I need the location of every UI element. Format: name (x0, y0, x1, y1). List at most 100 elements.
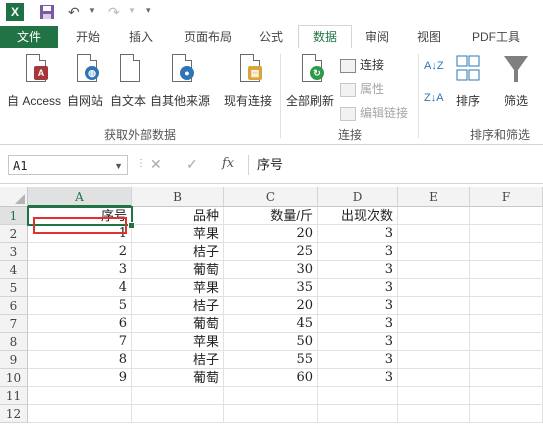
cell[interactable]: 35 (224, 279, 318, 297)
cell[interactable] (470, 279, 543, 297)
row-header[interactable]: 6 (0, 297, 28, 315)
cell[interactable]: 50 (224, 333, 318, 351)
edit-links-button[interactable]: 编辑链接 (340, 104, 408, 121)
cell[interactable] (398, 333, 470, 351)
cell[interactable]: 葡萄 (132, 369, 224, 387)
row-header[interactable]: 7 (0, 315, 28, 333)
cell[interactable]: 55 (224, 351, 318, 369)
tab-file[interactable]: 文件 (0, 26, 58, 48)
cell[interactable]: 3 (318, 297, 398, 315)
column-header[interactable]: A (28, 187, 132, 207)
chevron-down-icon[interactable]: ▼ (114, 156, 123, 176)
undo-dropdown-icon[interactable]: ▼ (88, 6, 96, 15)
cell[interactable] (470, 315, 543, 333)
column-header[interactable]: C (224, 187, 318, 207)
cell[interactable]: 品种 (132, 207, 224, 225)
cell[interactable]: 7 (28, 333, 132, 351)
cell[interactable]: 45 (224, 315, 318, 333)
row-header[interactable]: 3 (0, 243, 28, 261)
column-header[interactable]: E (398, 187, 470, 207)
filter-button[interactable]: 筛选 (496, 52, 536, 109)
cell[interactable] (398, 387, 470, 405)
cell[interactable]: 30 (224, 261, 318, 279)
row-header[interactable]: 12 (0, 405, 28, 423)
cell[interactable]: 8 (28, 351, 132, 369)
refresh-all-button[interactable]: ↻ 全部刷新 (284, 52, 336, 109)
from-web-button[interactable]: ◍ 自网站 (64, 52, 106, 109)
cell[interactable] (398, 369, 470, 387)
cell[interactable] (224, 387, 318, 405)
row-header[interactable]: 4 (0, 261, 28, 279)
cell[interactable]: 60 (224, 369, 318, 387)
cell[interactable]: 20 (224, 297, 318, 315)
cell[interactable]: 3 (318, 225, 398, 243)
tab-insert[interactable]: 插入 (116, 26, 166, 48)
tab-formulas[interactable]: 公式 (248, 26, 294, 48)
column-header[interactable]: B (132, 187, 224, 207)
properties-button[interactable]: 属性 (340, 80, 384, 97)
cell[interactable]: 20 (224, 225, 318, 243)
connections-button[interactable]: 连接 (340, 56, 384, 73)
redo-icon[interactable]: ↷ (108, 3, 126, 21)
tab-data[interactable]: 数据 (298, 25, 352, 49)
cell[interactable]: 3 (318, 315, 398, 333)
column-header[interactable]: D (318, 187, 398, 207)
row-header[interactable]: 2 (0, 225, 28, 243)
undo-icon[interactable]: ↶ (68, 3, 86, 21)
cell[interactable] (398, 297, 470, 315)
cell[interactable] (470, 405, 543, 423)
cell[interactable] (470, 261, 543, 279)
cell[interactable] (470, 351, 543, 369)
fill-handle[interactable] (128, 222, 135, 229)
column-header[interactable]: F (470, 187, 543, 207)
cell[interactable] (470, 207, 543, 225)
cell[interactable]: 葡萄 (132, 315, 224, 333)
cell[interactable]: 2 (28, 243, 132, 261)
from-text-button[interactable]: 自文本 (108, 52, 148, 109)
cell[interactable] (28, 405, 132, 423)
cell[interactable] (470, 243, 543, 261)
existing-connections-button[interactable]: ▤ 现有连接 (222, 52, 274, 109)
redo-dropdown-icon[interactable]: ▼ (128, 6, 136, 15)
cell[interactable] (398, 315, 470, 333)
cell[interactable] (470, 297, 543, 315)
cell[interactable]: 葡萄 (132, 261, 224, 279)
cell[interactable]: 3 (318, 279, 398, 297)
cancel-icon[interactable]: ✕ (150, 156, 162, 173)
insert-function-icon[interactable]: fx (222, 156, 234, 171)
cell[interactable]: 苹果 (132, 279, 224, 297)
customize-qat-icon[interactable]: ▾ (146, 5, 151, 16)
cell[interactable] (398, 243, 470, 261)
cell[interactable] (470, 333, 543, 351)
row-header[interactable]: 5 (0, 279, 28, 297)
tab-home[interactable]: 开始 (62, 26, 114, 48)
row-header[interactable]: 9 (0, 351, 28, 369)
cell[interactable] (318, 387, 398, 405)
cell[interactable] (470, 225, 543, 243)
cell[interactable] (132, 405, 224, 423)
cell[interactable]: 9 (28, 369, 132, 387)
name-box[interactable]: A1 ▼ (8, 155, 128, 175)
cell[interactable] (28, 387, 132, 405)
cell[interactable]: 3 (318, 351, 398, 369)
cell[interactable]: 3 (318, 369, 398, 387)
cell[interactable]: 出现次数 (318, 207, 398, 225)
row-header[interactable]: 8 (0, 333, 28, 351)
row-header[interactable]: 1 (0, 207, 28, 225)
from-access-button[interactable]: A 自 Access (4, 52, 64, 109)
excel-logo-icon[interactable]: X (6, 3, 24, 21)
sort-ascending-icon[interactable]: A↓Z (424, 60, 444, 72)
cell[interactable] (398, 405, 470, 423)
from-other-sources-button[interactable]: ● 自其他来源 (150, 52, 210, 109)
cell[interactable]: 6 (28, 315, 132, 333)
formula-input[interactable]: 序号 (248, 155, 543, 175)
cell[interactable]: 4 (28, 279, 132, 297)
tab-view[interactable]: 视图 (404, 26, 454, 48)
cell[interactable] (132, 387, 224, 405)
cell[interactable]: 5 (28, 297, 132, 315)
sort-button[interactable]: 排序 (448, 52, 488, 109)
cell[interactable] (398, 279, 470, 297)
cell[interactable]: 苹果 (132, 225, 224, 243)
cell[interactable]: 3 (318, 261, 398, 279)
cell[interactable]: 3 (28, 261, 132, 279)
